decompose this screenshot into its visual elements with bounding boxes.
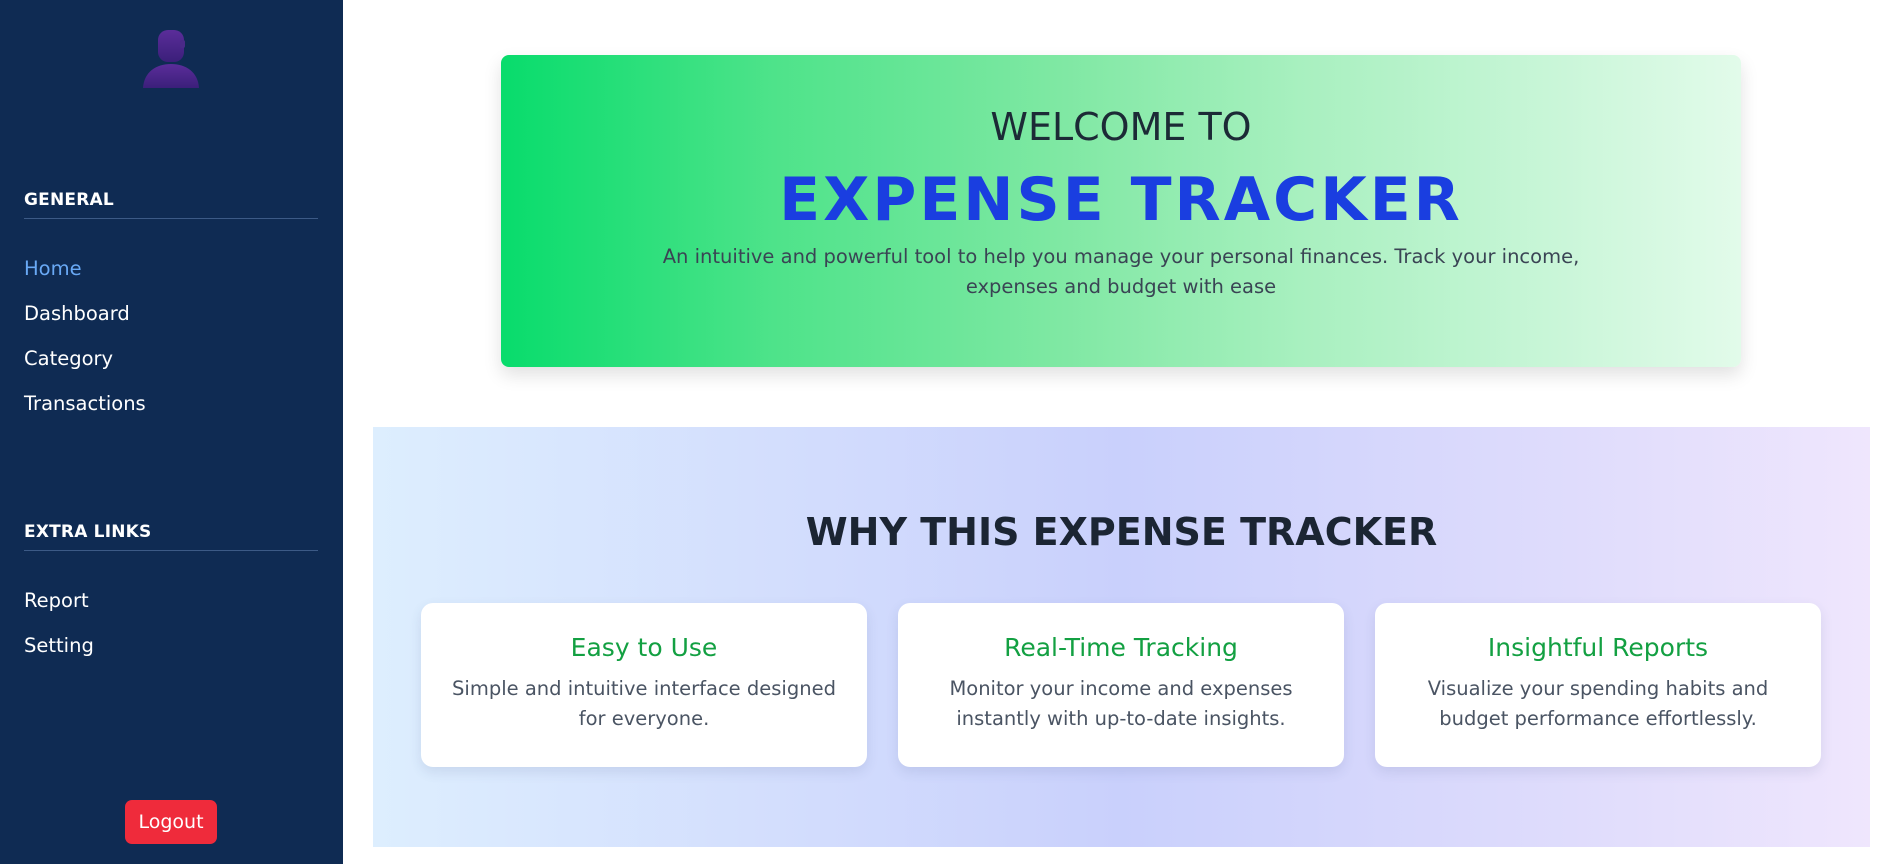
feature-card-title: Insightful Reports <box>1487 633 1709 662</box>
sidebar: GENERAL Home Dashboard Category Transact… <box>0 0 343 864</box>
logout-button[interactable]: Logout <box>125 800 217 844</box>
feature-card-title: Real-Time Tracking <box>1004 633 1238 662</box>
feature-card-text: Visualize your spending habits and budge… <box>1427 677 1769 730</box>
feature-card-text: Monitor your income and expenses instant… <box>949 677 1293 730</box>
hero-banner: WELCOME TO EXPENSE TRACKER An intuitive … <box>501 55 1741 367</box>
user-avatar-icon[interactable] <box>140 26 202 88</box>
hero-title: EXPENSE TRACKER <box>779 165 1463 235</box>
feature-card-easy-to-use: Easy to Use Simple and intuitive interfa… <box>421 603 867 767</box>
nav-item-transactions[interactable]: Transactions <box>24 381 146 426</box>
extra-links-nav: Report Setting <box>24 578 94 668</box>
nav-item-report[interactable]: Report <box>24 578 94 623</box>
features-section: WHY THIS EXPENSE TRACKER Easy to Use Sim… <box>373 427 1870 847</box>
extra-links-section-title: EXTRA LINKS <box>24 522 318 551</box>
nav-item-setting[interactable]: Setting <box>24 623 94 668</box>
hero-description: An intuitive and powerful tool to help y… <box>662 245 1580 298</box>
general-nav: Home Dashboard Category Transactions <box>24 246 146 426</box>
feature-card-text: Simple and intuitive interface designed … <box>452 677 836 730</box>
general-section-title: GENERAL <box>24 190 318 219</box>
feature-card-real-time-tracking: Real-Time Tracking Monitor your income a… <box>898 603 1344 767</box>
feature-card-insightful-reports: Insightful Reports Visualize your spendi… <box>1375 603 1821 767</box>
feature-card-title: Easy to Use <box>570 633 718 662</box>
nav-item-category[interactable]: Category <box>24 336 146 381</box>
nav-item-home[interactable]: Home <box>24 246 146 291</box>
nav-item-dashboard[interactable]: Dashboard <box>24 291 146 336</box>
hero-welcome-text: WELCOME TO <box>990 105 1252 149</box>
features-title: WHY THIS EXPENSE TRACKER <box>805 510 1438 554</box>
